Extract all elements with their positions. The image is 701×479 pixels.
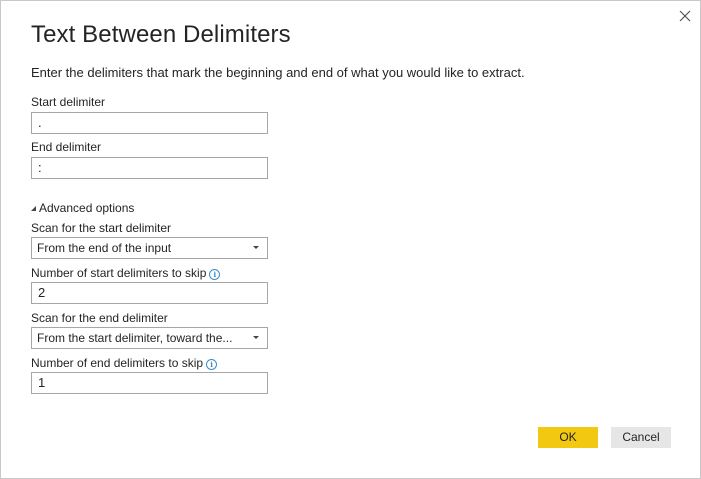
- close-icon[interactable]: [675, 6, 695, 26]
- text-between-delimiters-dialog: Text Between Delimiters Enter the delimi…: [0, 0, 701, 479]
- ok-button[interactable]: OK: [538, 427, 598, 448]
- scan-start-label: Scan for the start delimiter: [31, 221, 172, 235]
- scan-start-selected-value: From the end of the input: [37, 241, 172, 255]
- advanced-options-label: Advanced options: [39, 201, 135, 215]
- chevron-down-icon: [253, 246, 259, 249]
- skip-start-label: Number of start delimiters to skip i: [31, 266, 221, 280]
- skip-end-input[interactable]: 1: [31, 372, 268, 394]
- scan-end-label: Scan for the end delimiter: [31, 311, 168, 325]
- expanded-triangle-icon: [31, 206, 36, 211]
- advanced-options-toggle[interactable]: Advanced options: [31, 201, 134, 215]
- scan-start-select[interactable]: From the end of the input: [31, 237, 268, 259]
- skip-end-label-text: Number of end delimiters to skip: [31, 356, 204, 370]
- skip-start-input[interactable]: 2: [31, 282, 268, 304]
- start-delimiter-input[interactable]: .: [31, 112, 268, 134]
- cancel-button[interactable]: Cancel: [611, 427, 671, 448]
- start-delimiter-label: Start delimiter: [31, 95, 106, 109]
- skip-start-label-text: Number of start delimiters to skip: [31, 266, 207, 280]
- dialog-description: Enter the delimiters that mark the begin…: [31, 65, 525, 80]
- skip-end-label: Number of end delimiters to skip i: [31, 356, 218, 370]
- info-icon[interactable]: i: [206, 359, 218, 370]
- end-delimiter-input[interactable]: :: [31, 157, 268, 179]
- end-delimiter-label: End delimiter: [31, 140, 102, 154]
- info-icon[interactable]: i: [209, 269, 221, 280]
- dialog-title: Text Between Delimiters: [31, 21, 291, 48]
- chevron-down-icon: [253, 336, 259, 339]
- scan-end-selected-value: From the start delimiter, toward the...: [37, 331, 233, 345]
- scan-end-select[interactable]: From the start delimiter, toward the...: [31, 327, 268, 349]
